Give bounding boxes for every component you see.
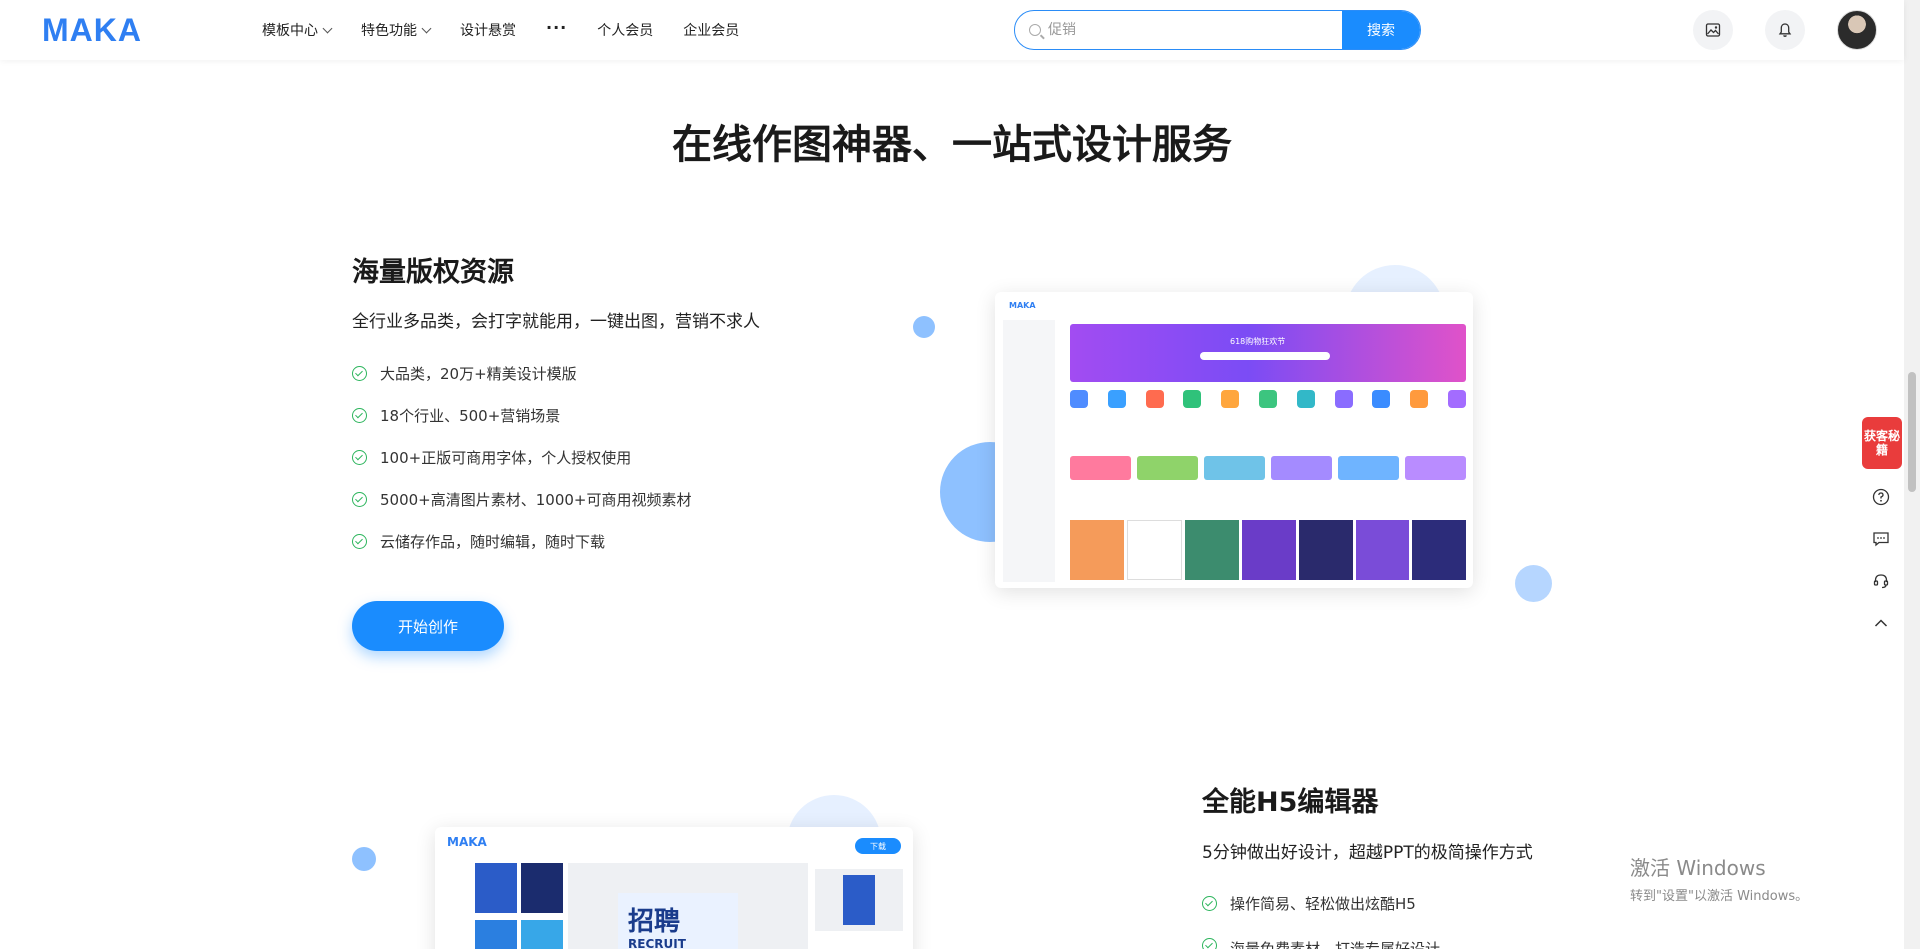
nav-label: 特色功能: [361, 23, 417, 39]
section2-feature-list: 操作简易、轻松做出炫酷H5 海量免费素材，打造专属好设计: [1202, 882, 1440, 949]
mock-sidebar: [1003, 320, 1055, 582]
page-title: 在线作图神器、一站式设计服务: [672, 122, 1232, 168]
windows-activation-watermark: 激活 Windows 转到"设置"以激活 Windows。: [1630, 856, 1809, 904]
mock-poster: 招聘 RECRUIT: [618, 893, 738, 949]
mock-banner: 618购物狂欢节: [1070, 324, 1466, 382]
search-input[interactable]: [1015, 11, 1342, 49]
chevron-down-icon: [421, 23, 432, 33]
nav-template-center[interactable]: 模板中心: [262, 20, 333, 40]
check-circle-icon: [352, 365, 367, 381]
mock-page-thumb: [815, 869, 903, 931]
check-circle-icon: [352, 533, 367, 549]
help-button[interactable]: [1862, 476, 1900, 518]
bell-icon: [1778, 23, 1792, 37]
list-item: 海量免费素材，打造专属好设计: [1202, 924, 1440, 949]
nav-design-bounty[interactable]: 设计悬赏: [460, 20, 516, 40]
service-icon: [1873, 574, 1889, 589]
nav-label: 模板中心: [262, 23, 318, 39]
search-bar: 搜索: [1014, 10, 1421, 50]
mock-template-list: [475, 863, 563, 949]
decor-dot: [913, 316, 935, 338]
notification-button[interactable]: [1765, 10, 1805, 50]
nav-enterprise-vip[interactable]: 企业会员: [683, 20, 739, 40]
section2-subtitle: 5分钟做出好设计，超越PPT的极简操作方式: [1202, 843, 1533, 863]
main-nav: 模板中心 特色功能 设计悬赏 ··· 个人会员 企业会员: [262, 0, 769, 60]
search-field: [1015, 11, 1342, 49]
check-circle-icon: [352, 449, 367, 465]
start-creating-button[interactable]: 开始创作: [352, 601, 504, 651]
section1-subtitle: 全行业多品类，会打字就能用，一键出图，营销不求人: [352, 312, 760, 332]
mock-icon-row: [1070, 390, 1466, 420]
page-scrollbar[interactable]: [1904, 0, 1920, 949]
floating-toolbar: [1862, 476, 1900, 656]
mock-logo: MAKA: [1009, 300, 1036, 310]
check-circle-icon: [352, 491, 367, 507]
mock-canvas: 招聘 RECRUIT: [568, 863, 808, 949]
check-circle-icon: [1202, 895, 1217, 911]
nav-personal-vip[interactable]: 个人会员: [597, 20, 653, 40]
mock-download-button: 下载: [855, 838, 901, 854]
image-icon: [1705, 23, 1721, 37]
nav-label: 企业会员: [683, 23, 740, 39]
nav-features[interactable]: 特色功能: [361, 20, 432, 40]
user-avatar[interactable]: [1837, 10, 1877, 50]
list-item: 大品类，20万+精美设计模版: [352, 352, 692, 394]
check-circle-icon: [352, 407, 367, 423]
chat-icon: [1873, 532, 1889, 547]
decor-dot: [352, 847, 376, 871]
h5-editor-preview-screenshot: MAKA 下载 招聘 RECRUIT: [435, 827, 913, 949]
mock-thumb-row: [1070, 520, 1467, 580]
list-item: 云储存作品，随时编辑，随时下载: [352, 520, 692, 562]
search-button[interactable]: 搜索: [1342, 11, 1420, 49]
list-item: 5000+高清图片素材、1000+可商用视频素材: [352, 478, 692, 520]
image-upload-button[interactable]: [1693, 10, 1733, 50]
list-item: 100+正版可商用字体，个人授权使用: [352, 436, 692, 478]
section1-title: 海量版权资源: [352, 257, 514, 288]
search-icon: [1029, 24, 1041, 36]
scrollbar-thumb[interactable]: [1908, 372, 1916, 492]
message-button[interactable]: [1862, 518, 1900, 560]
editor-preview-screenshot: MAKA 618购物狂欢节: [995, 292, 1473, 588]
nav-label: 设计悬赏: [460, 23, 516, 39]
customer-service-button[interactable]: [1862, 560, 1900, 602]
more-icon: ···: [546, 17, 568, 37]
mock-logo: MAKA: [447, 835, 487, 849]
section2-title: 全能H5编辑器: [1202, 787, 1379, 818]
help-icon: [1872, 488, 1890, 506]
top-header: MAKA 模板中心 特色功能 设计悬赏 ··· 个人会员 企业会员 搜索: [0, 0, 1904, 60]
list-item: 18个行业、500+营销场景: [352, 394, 692, 436]
check-circle-icon: [1202, 938, 1217, 949]
back-to-top-icon: [1874, 619, 1888, 627]
promo-badge[interactable]: 获客秘籍: [1862, 417, 1902, 469]
section1-feature-list: 大品类，20万+精美设计模版 18个行业、500+营销场景 100+正版可商用字…: [352, 352, 692, 562]
maka-logo[interactable]: MAKA: [42, 12, 142, 49]
list-item: 操作简易、轻松做出炫酷H5: [1202, 882, 1440, 924]
decor-dot: [1515, 565, 1552, 602]
nav-label: 个人会员: [597, 23, 654, 39]
back-to-top-button[interactable]: [1862, 602, 1900, 644]
nav-more[interactable]: ···: [546, 18, 567, 37]
chevron-down-icon: [322, 23, 333, 33]
mock-card-row: [1070, 456, 1466, 480]
